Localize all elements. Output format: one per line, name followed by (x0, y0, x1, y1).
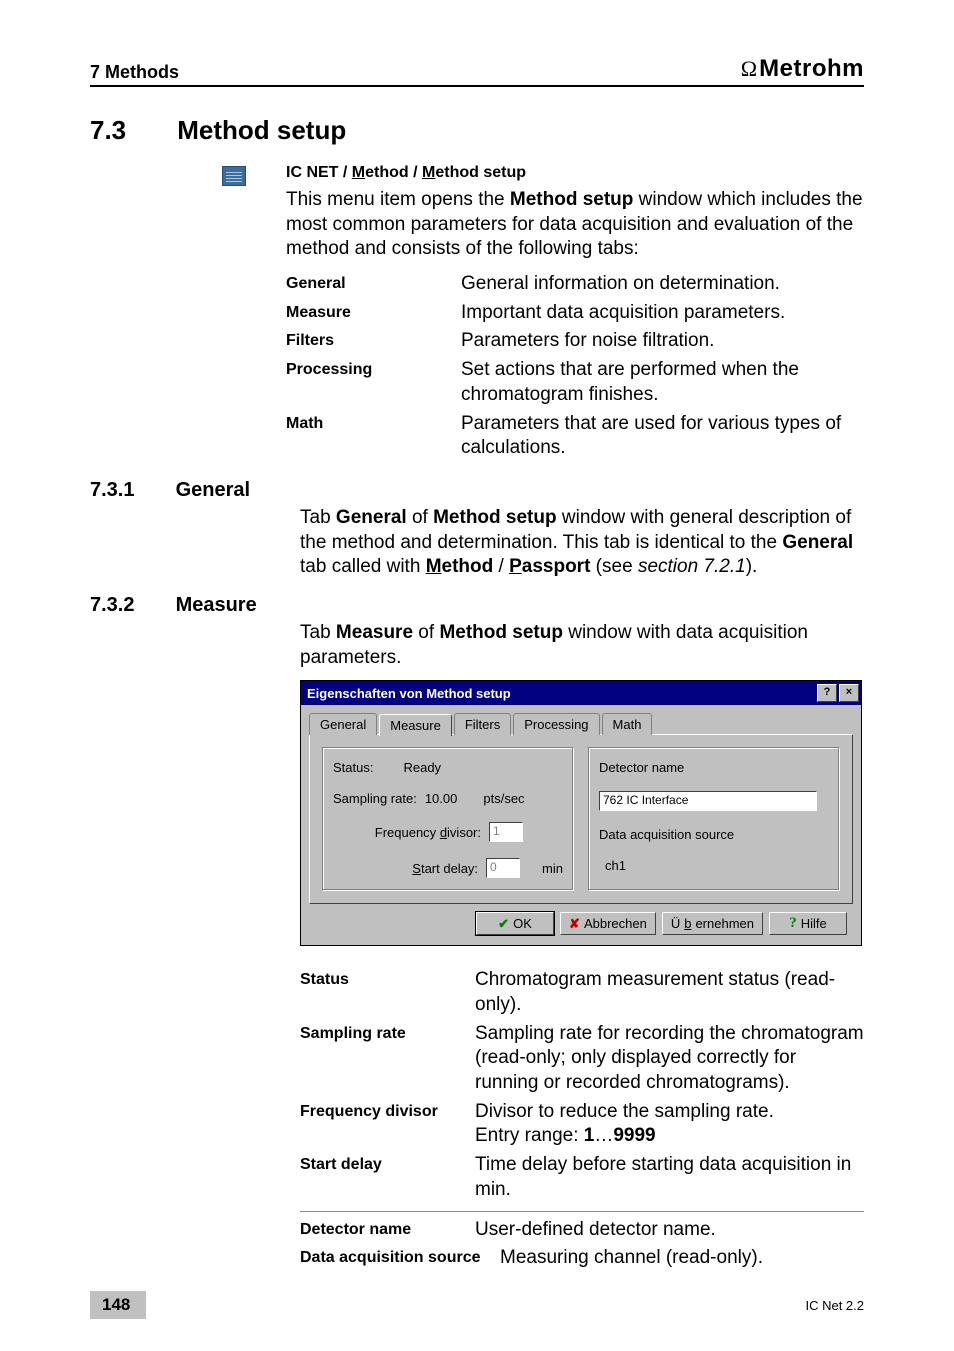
page-header: 7 Methods Ω Metrohm (90, 55, 864, 87)
def-row: Data acquisition sourceMeasuring channel… (300, 1246, 864, 1271)
def-row: Sampling rateSampling rate for recording… (300, 1022, 864, 1096)
tab-definition-list: GeneralGeneral information on determinat… (286, 272, 864, 461)
sampling-rate-label: Sampling rate: (333, 791, 417, 806)
section-number: 7.3 (90, 115, 170, 146)
def-row: MeasureImportant data acquisition parame… (286, 301, 864, 326)
param-definition-list: StatusChromatogram measurement status (r… (300, 968, 864, 1202)
sub1-paragraph: Tab General of Method setup window with … (300, 506, 864, 580)
data-source-value: ch1 (599, 858, 626, 873)
tab-filters[interactable]: Filters (454, 713, 511, 735)
left-groupbox: Status: Ready Sampling rate: 10.00 pts/s… (322, 747, 574, 891)
cross-icon: ✘ (569, 916, 580, 932)
def-row: Frequency divisor Divisor to reduce the … (300, 1100, 864, 1149)
method-setup-icon (222, 166, 246, 186)
right-groupbox: Detector name 762 IC Interface Data acqu… (588, 747, 840, 891)
intro-paragraph: This menu item opens the Method setup wi… (286, 188, 864, 262)
subsection-heading-general: 7.3.1 General (90, 479, 864, 502)
dialog-tabbar: General Measure Filters Processing Math (309, 713, 853, 735)
help-button[interactable]: ? Hilfe (769, 912, 847, 935)
brand-omega-icon: Ω (741, 56, 757, 82)
subsection-heading-measure: 7.3.2 Measure (90, 594, 864, 617)
frequency-divisor-label: Frequency divisor: (375, 825, 481, 840)
dialog-button-row: ✔ OK ✘ Abbrechen Übernehmen ? Hilfe (309, 904, 853, 939)
brand-logo: Ω Metrohm (741, 55, 864, 83)
question-icon: ? (789, 915, 797, 932)
def-row: ProcessingSet actions that are performed… (286, 358, 864, 407)
start-delay-unit: min (542, 861, 563, 876)
section-title: Method setup (177, 115, 346, 145)
def-row: Start delayTime delay before starting da… (300, 1153, 864, 1202)
def-row: StatusChromatogram measurement status (r… (300, 968, 864, 1017)
start-delay-label: Start delay: (412, 861, 478, 876)
sub2-paragraph: Tab Measure of Method setup window with … (300, 621, 864, 670)
page-number: 148 (90, 1291, 146, 1319)
def-row: MathParameters that are used for various… (286, 412, 864, 461)
sampling-rate-unit: pts/sec (483, 791, 524, 806)
divider (300, 1211, 864, 1212)
tab-panel-measure: Status: Ready Sampling rate: 10.00 pts/s… (309, 734, 853, 904)
def-row: FiltersParameters for noise filtration. (286, 329, 864, 354)
brand-name: Metrohm (759, 55, 864, 83)
def-row: GeneralGeneral information on determinat… (286, 272, 864, 297)
method-setup-dialog: Eigenschaften von Method setup ? × Gener… (300, 680, 862, 946)
chapter-label: 7 Methods (90, 62, 179, 83)
tab-general[interactable]: General (309, 713, 377, 735)
dialog-close-button[interactable]: × (839, 684, 859, 702)
start-delay-input[interactable]: 0 (486, 858, 520, 878)
menu-path: IC NET / Method / Method setup (286, 164, 864, 182)
data-source-label: Data acquisition source (599, 827, 734, 842)
status-value: Ready (403, 760, 441, 775)
cancel-button[interactable]: ✘ Abbrechen (560, 912, 656, 935)
dialog-title: Eigenschaften von Method setup (307, 686, 511, 701)
ok-button[interactable]: ✔ OK (476, 912, 554, 935)
tab-math[interactable]: Math (602, 713, 653, 735)
page-footer: 148 IC Net 2.2 (90, 1291, 864, 1319)
check-icon: ✔ (498, 916, 509, 932)
dialog-help-button[interactable]: ? (817, 684, 837, 702)
frequency-divisor-input[interactable]: 1 (489, 822, 523, 842)
dialog-titlebar: Eigenschaften von Method setup ? × (301, 681, 861, 705)
product-name: IC Net 2.2 (805, 1298, 864, 1313)
def-row: Detector nameUser-defined detector name. (300, 1218, 864, 1243)
detector-name-input[interactable]: 762 IC Interface (599, 791, 817, 811)
apply-button[interactable]: Übernehmen (662, 912, 763, 935)
detector-name-label: Detector name (599, 760, 684, 775)
tab-processing[interactable]: Processing (513, 713, 599, 735)
param-definition-list-2: Detector nameUser-defined detector name.… (300, 1218, 864, 1271)
sampling-rate-value: 10.00 (425, 791, 458, 806)
tab-measure[interactable]: Measure (379, 714, 452, 736)
status-label: Status: (333, 760, 373, 775)
section-heading: 7.3 Method setup (90, 115, 864, 146)
